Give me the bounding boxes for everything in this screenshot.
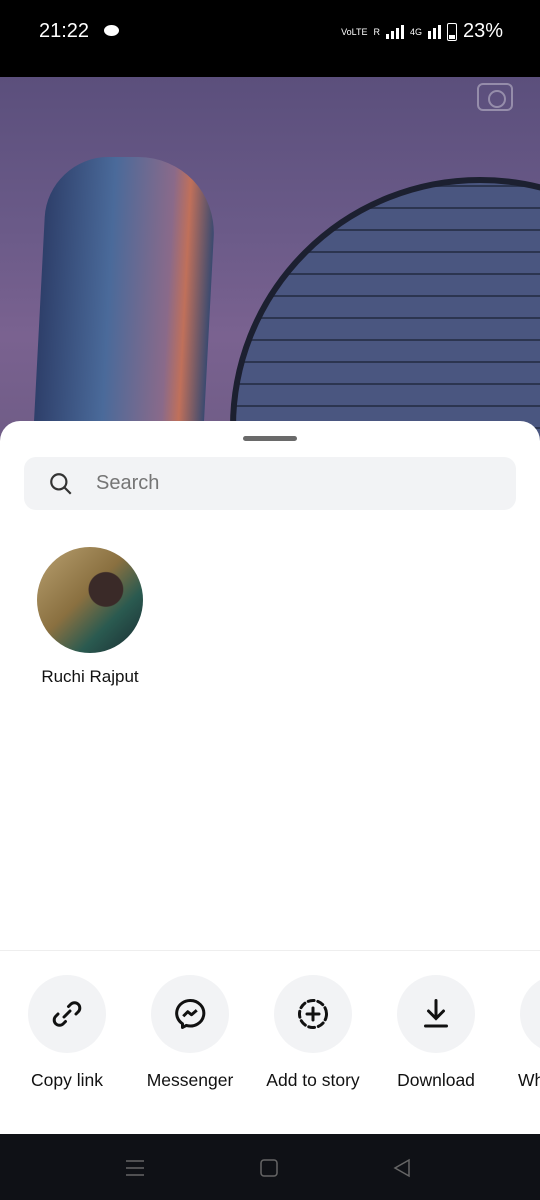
tower-building	[32, 157, 218, 447]
network-type: 4G	[409, 26, 422, 37]
signal-icon-2	[427, 24, 441, 39]
add-story-icon	[298, 999, 328, 1029]
search-input[interactable]	[96, 472, 476, 495]
navigation-bar	[0, 1134, 540, 1200]
link-icon	[52, 1001, 82, 1027]
whatsapp-button[interactable]: WhatsApp	[499, 975, 540, 1091]
dome-building	[230, 177, 540, 447]
messenger-button[interactable]: Messenger	[130, 975, 250, 1091]
camera-icon[interactable]	[477, 83, 513, 111]
background-photo	[0, 77, 540, 447]
search-bar[interactable]	[24, 457, 516, 510]
share-actions-row: Copy link Messenger Add to story Downloa…	[0, 975, 540, 1095]
drag-handle[interactable]	[243, 436, 297, 441]
download-icon	[424, 999, 448, 1028]
add-to-story-button[interactable]: Add to story	[253, 975, 373, 1091]
status-bar: 21:22 VoLTE R 4G 23%	[0, 0, 540, 77]
home-button[interactable]	[259, 1158, 279, 1178]
whatsapp-icon	[520, 975, 540, 1053]
avatar[interactable]	[37, 547, 143, 653]
recent-apps-button[interactable]	[124, 1158, 146, 1178]
search-icon	[50, 472, 72, 495]
divider	[0, 950, 540, 951]
chat-notification-icon	[104, 25, 119, 36]
share-sheet: Ruchi Rajput Copy link Messenger Add to …	[0, 421, 540, 1134]
back-button[interactable]	[392, 1158, 412, 1178]
contact-item[interactable]: Ruchi Rajput	[30, 547, 150, 687]
battery-percent: 23%	[462, 20, 503, 42]
messenger-icon	[175, 998, 206, 1029]
download-button[interactable]: Download	[376, 975, 496, 1091]
volte-indicator: VoLTE	[341, 26, 368, 37]
copy-link-button[interactable]: Copy link	[7, 975, 127, 1091]
signal-icon	[385, 24, 404, 39]
battery-icon	[446, 22, 457, 41]
clock: 21:22	[39, 20, 90, 42]
system-indicators: VoLTE R 4G 23%	[341, 20, 503, 43]
contact-name: Ruchi Rajput	[41, 667, 139, 686]
roaming-indicator: R	[373, 26, 380, 37]
